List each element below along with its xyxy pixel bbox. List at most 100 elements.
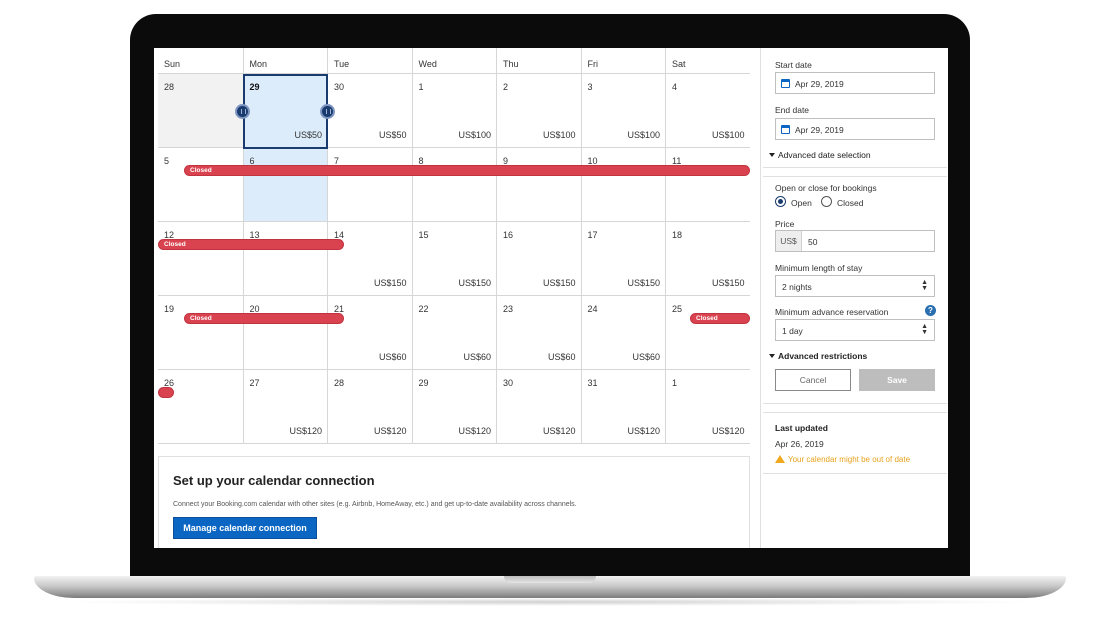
day-price: US$60: [378, 352, 407, 362]
end-date-label: End date: [775, 105, 810, 115]
calendar-day-cell[interactable]: 28: [158, 74, 243, 148]
calendar-day-cell[interactable]: 12: [158, 222, 243, 296]
day-number: 23: [503, 304, 514, 314]
day-number: 27: [249, 378, 260, 388]
caret-down-icon: [769, 354, 775, 358]
day-number: 18: [672, 230, 683, 240]
calendar-day-cell[interactable]: 4 US$100: [665, 74, 750, 148]
calendar-day-cell[interactable]: 1 US$120: [665, 370, 750, 444]
calendar-day-cell[interactable]: 14 US$150: [327, 222, 412, 296]
calendar-day-cell[interactable]: 17 US$150: [580, 222, 665, 296]
day-price: US$150: [373, 278, 407, 288]
day-price: US$120: [711, 426, 745, 436]
closed-period-bar[interactable]: Closed: [184, 313, 344, 324]
caret-down-icon: [769, 153, 775, 157]
min-stay-value: 2 nights: [782, 282, 812, 292]
open-radio[interactable]: [775, 196, 786, 207]
day-price: US$60: [463, 352, 491, 362]
calendar-day-cell[interactable]: 23 US$60: [496, 296, 581, 370]
calendar-day-cell[interactable]: 8: [411, 148, 496, 222]
calendar-day-cell[interactable]: 13: [242, 222, 327, 296]
price-input[interactable]: US$ 50: [775, 230, 935, 252]
day-price: US$100: [458, 130, 491, 140]
day-number: 31: [587, 378, 598, 388]
closed-period-bar[interactable]: Closed: [158, 239, 344, 250]
day-number: 17: [587, 230, 598, 240]
min-stay-select[interactable]: 2 nights ▲ ▼: [775, 275, 935, 297]
calendar-day-cell[interactable]: 2 US$100: [496, 74, 581, 148]
calendar-day-cell[interactable]: 16 US$150: [496, 222, 581, 296]
calendar-day-cell[interactable]: 15 US$150: [411, 222, 496, 296]
save-button[interactable]: Save: [859, 369, 935, 391]
calendar-day-cell[interactable]: 28 US$120: [327, 370, 412, 444]
calendar-day-cell[interactable]: 26: [158, 370, 243, 444]
calendar-day-cell[interactable]: 30 US$120: [496, 370, 581, 444]
day-number: 4: [672, 82, 678, 92]
help-icon[interactable]: ?: [925, 305, 936, 316]
closed-radio[interactable]: [821, 196, 832, 207]
advanced-restrictions-toggle[interactable]: Advanced restrictions: [769, 351, 867, 361]
day-number: 2: [503, 82, 509, 92]
day-price: US$60: [632, 352, 660, 362]
calendar-day-cell[interactable]: 31 US$120: [580, 370, 665, 444]
advanced-restrictions-label: Advanced restrictions: [778, 351, 868, 361]
selection-drag-handle[interactable]: [320, 104, 335, 119]
end-date-input[interactable]: Apr 29, 2019: [775, 118, 935, 140]
closed-period-bar[interactable]: Closed: [184, 165, 750, 176]
laptop-notch: [504, 576, 596, 583]
day-price: US$150: [542, 278, 576, 288]
day-price: US$150: [458, 278, 491, 288]
day-price: US$150: [627, 278, 660, 288]
day-headers: Sun Mon Tue Wed Thu Fri Sat: [158, 48, 750, 74]
calendar-day-cell[interactable]: 9: [496, 148, 581, 222]
min-advance-select[interactable]: 1 day ▲ ▼: [775, 319, 935, 341]
calendar-day-cell[interactable]: 20: [242, 296, 327, 370]
calendar-day-cell[interactable]: 11: [665, 148, 750, 222]
day-header: Sat: [665, 48, 750, 74]
calendar-grid: Sun Mon Tue Wed Thu Fri Sat 28 29 US$50 30 US$50 1 U…: [158, 48, 750, 446]
day-header: Mon: [242, 48, 328, 74]
selection-drag-handle[interactable]: [234, 104, 250, 119]
calendar-day-cell[interactable]: 7: [327, 148, 412, 222]
currency-prefix: US$: [776, 231, 802, 251]
day-number: 3: [587, 82, 593, 92]
calendar-day-cell[interactable]: 30 US$50: [327, 74, 412, 148]
day-header: Fri: [580, 48, 666, 74]
price-value: 50: [808, 237, 818, 247]
calendar-day-cell[interactable]: 22 US$60: [411, 296, 496, 370]
calendar-day-cell[interactable]: 6: [242, 148, 327, 222]
booking-settings-section: Open or close for bookings Open Closed P…: [763, 176, 947, 404]
closed-period-bar[interactable]: Closed: [690, 313, 750, 324]
calendar-day-cell[interactable]: 27 US$120: [242, 370, 327, 444]
calendar-day-cell[interactable]: 18 US$150: [665, 222, 750, 296]
start-date-input[interactable]: Apr 29, 2019: [775, 72, 935, 94]
calendar-day-cell[interactable]: 21 US$60: [327, 296, 412, 370]
calendar-day-cell[interactable]: 24 US$60: [580, 296, 665, 370]
day-price: US$100: [627, 130, 660, 140]
day-number: 16: [503, 230, 514, 240]
end-date-value: Apr 29, 2019: [795, 125, 844, 135]
day-price: US$100: [711, 130, 745, 140]
day-header: Tue: [327, 48, 412, 74]
calendar-day-cell[interactable]: 3 US$100: [580, 74, 665, 148]
day-number: 30: [334, 82, 345, 92]
calendar-day-cell[interactable]: 10: [580, 148, 665, 222]
day-number: 22: [418, 304, 429, 314]
calendar-day-cell[interactable]: 29 US$120: [411, 370, 496, 444]
calendar-day-cell[interactable]: 19: [158, 296, 243, 370]
calendar-day-cell[interactable]: 1 US$100: [411, 74, 496, 148]
day-number: 28: [334, 378, 345, 388]
setup-title: Set up your calendar connection: [173, 473, 375, 488]
day-number: 24: [587, 304, 598, 314]
calendar-connection-section: Set up your calendar connection Connect …: [158, 456, 750, 548]
day-price: US$120: [289, 426, 322, 436]
day-number: 1: [418, 82, 424, 92]
calendar-day-cell[interactable]: 25: [665, 296, 750, 370]
cancel-button[interactable]: Cancel: [775, 369, 851, 391]
advanced-date-selection-toggle[interactable]: Advanced date selection: [769, 150, 871, 160]
manage-calendar-connection-button[interactable]: Manage calendar connection: [173, 517, 317, 539]
calendar-day-cell[interactable]: 5: [158, 148, 243, 222]
day-header: Thu: [496, 48, 581, 74]
day-number: 29: [418, 378, 429, 388]
closed-period-bar[interactable]: [158, 387, 174, 398]
